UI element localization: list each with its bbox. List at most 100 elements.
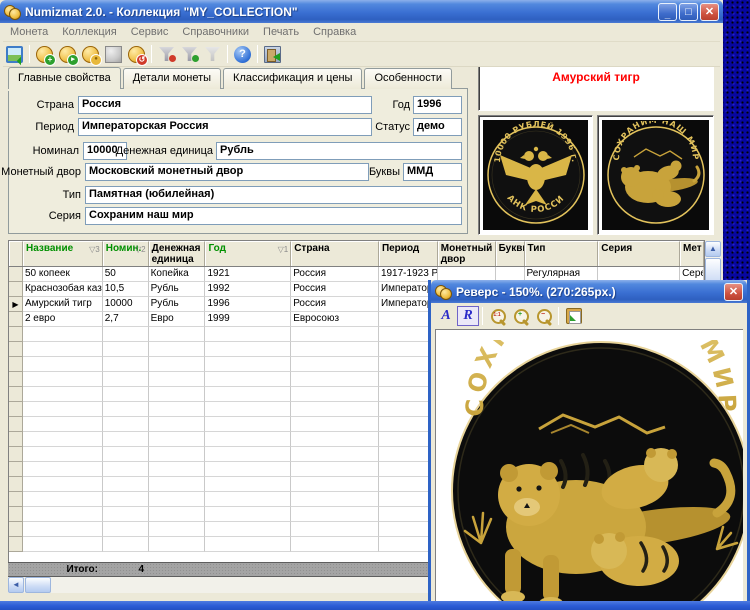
popup-title: Реверс - 150%. (270:265px.): [456, 284, 616, 299]
column-header-6[interactable]: Монетный двор: [437, 241, 496, 266]
move-coin-button[interactable]: [102, 43, 125, 65]
minimize-button[interactable]: _: [658, 2, 677, 21]
scroll-up-button[interactable]: ▲: [705, 241, 721, 257]
menu-item-3[interactable]: Справочники: [175, 24, 256, 40]
column-header-8[interactable]: Тип: [524, 241, 599, 266]
horizontal-scroll-thumb[interactable]: [25, 577, 51, 593]
column-header-2[interactable]: Денежная единица: [148, 241, 206, 266]
cell: 2,7: [102, 312, 149, 327]
obverse-thumbnail[interactable]: 10000 РУБЛЕЙ 1996 г. БАНК РОССИИ: [478, 115, 593, 235]
column-header-10[interactable]: Мет: [680, 241, 704, 266]
popup-close-button[interactable]: ✕: [724, 282, 743, 301]
letters-field[interactable]: ММД: [403, 163, 462, 181]
menu-item-2[interactable]: Сервис: [124, 24, 176, 40]
zoom-out-button[interactable]: [532, 305, 555, 327]
cell: [148, 462, 206, 477]
column-header-5[interactable]: Период: [378, 241, 438, 266]
tab-3[interactable]: Особенности: [364, 68, 452, 89]
type-field[interactable]: Памятная (юбилейная): [85, 186, 462, 204]
cell: [205, 417, 292, 432]
column-header-3[interactable]: Год ▽1: [205, 241, 292, 266]
filter-apply-button[interactable]: [155, 43, 178, 65]
country-field[interactable]: Россия: [78, 96, 372, 114]
menu-item-4[interactable]: Печать: [256, 24, 306, 40]
zoom-in-button[interactable]: [509, 305, 532, 327]
cell: [22, 342, 103, 357]
tab-2[interactable]: Классификация и цены: [223, 68, 363, 89]
filter-edit-button[interactable]: [178, 43, 201, 65]
delete-coin-button[interactable]: [125, 43, 148, 66]
cell: [102, 357, 149, 372]
cell: [291, 342, 379, 357]
cell: 10000: [102, 297, 149, 312]
currency-label: Денежная единица: [115, 145, 213, 157]
reverse-thumbnail[interactable]: СОХРАНИМ НАШ МИР: [597, 115, 714, 235]
coin-caption-box: Амурский тигр: [478, 64, 714, 111]
popup-titlebar[interactable]: Реверс - 150%. (270:265px.) ✕: [431, 280, 747, 303]
cell: [148, 522, 206, 537]
exit-icon: [264, 45, 281, 63]
open-coin-button[interactable]: [56, 43, 79, 66]
letters-label: Буквы: [368, 166, 400, 178]
image-panel-button[interactable]: [3, 43, 26, 65]
cell: Евро: [148, 312, 206, 327]
row-indicator: [9, 462, 23, 477]
cell: 50 копеек: [22, 267, 103, 282]
taskbar-edge[interactable]: [0, 601, 750, 610]
cell: [291, 507, 379, 522]
cell: [291, 522, 379, 537]
cell: 1999: [205, 312, 292, 327]
paste-icon: [565, 308, 582, 324]
column-header-4[interactable]: Страна: [291, 241, 379, 266]
header-indicator-cell: [9, 241, 23, 266]
tab-1[interactable]: Детали монеты: [122, 68, 222, 89]
zoom-out-icon: [536, 308, 552, 327]
reverse-button[interactable]: R: [457, 306, 479, 326]
zoom-original-button[interactable]: [486, 305, 509, 327]
cell: [205, 357, 292, 372]
mint-label: Монетный двор: [1, 166, 81, 178]
cell: [148, 477, 206, 492]
picture-icon: [6, 45, 23, 63]
row-indicator: [9, 537, 23, 552]
menu-item-1[interactable]: Коллекция: [55, 24, 123, 40]
scroll-left-button[interactable]: ◄: [8, 577, 24, 593]
filter-gray-icon: [205, 46, 220, 62]
summary-label: Итого:: [66, 564, 98, 575]
column-header-1[interactable]: Номин. ▽2: [102, 241, 149, 266]
cell: [102, 432, 149, 447]
menu-item-0[interactable]: Монета: [3, 24, 55, 40]
toolbar: [3, 42, 720, 67]
cell: Рубль: [148, 282, 206, 297]
currency-field[interactable]: Рубль: [216, 142, 462, 160]
sort-indicator: ▽3: [89, 245, 100, 254]
series-field[interactable]: Сохраним наш мир: [85, 207, 462, 225]
help-button[interactable]: [231, 43, 254, 65]
year-field[interactable]: 1996: [413, 96, 462, 114]
help-icon: [234, 45, 251, 63]
averse-button[interactable]: A: [435, 306, 457, 326]
coin-gray-icon: [105, 45, 122, 63]
copy-coin-button[interactable]: [79, 43, 102, 66]
row-indicator: [9, 282, 23, 297]
period-field[interactable]: Императорская Россия: [78, 118, 372, 136]
main-titlebar[interactable]: Numizmat 2.0. - Коллекция "MY_COLLECTION…: [0, 0, 723, 23]
add-coin-button[interactable]: [33, 43, 56, 66]
cell: [102, 477, 149, 492]
column-header-0[interactable]: Название ▽3: [22, 241, 103, 266]
popup-coins-icon: [435, 284, 452, 300]
exit-button[interactable]: [261, 43, 284, 65]
mint-field[interactable]: Московский монетный двор: [85, 163, 369, 181]
status-field[interactable]: демо: [413, 118, 462, 136]
column-header-9[interactable]: Серия: [598, 241, 681, 266]
copy-image-button[interactable]: [562, 305, 585, 327]
tab-0[interactable]: Главные свойства: [8, 67, 121, 89]
cell: [22, 417, 103, 432]
menu-item-5[interactable]: Справка: [306, 24, 363, 40]
cell: [205, 477, 292, 492]
column-header-7[interactable]: Буквы: [495, 241, 525, 266]
filter-clear-button[interactable]: [201, 43, 224, 65]
close-button[interactable]: ✕: [700, 2, 719, 21]
cell: Краснозобая казар: [22, 282, 103, 297]
maximize-button[interactable]: □: [679, 2, 698, 21]
